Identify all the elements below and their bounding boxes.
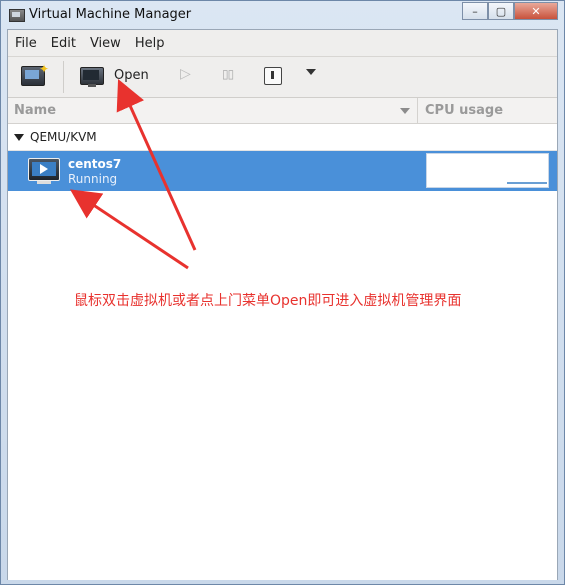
arrow-to-open [116,79,197,251]
annotation-text: 鼠标双击虚拟机或者点上门菜单Open即可进入虚拟机管理界面 [74,293,462,309]
arrow-to-vm [70,189,189,270]
